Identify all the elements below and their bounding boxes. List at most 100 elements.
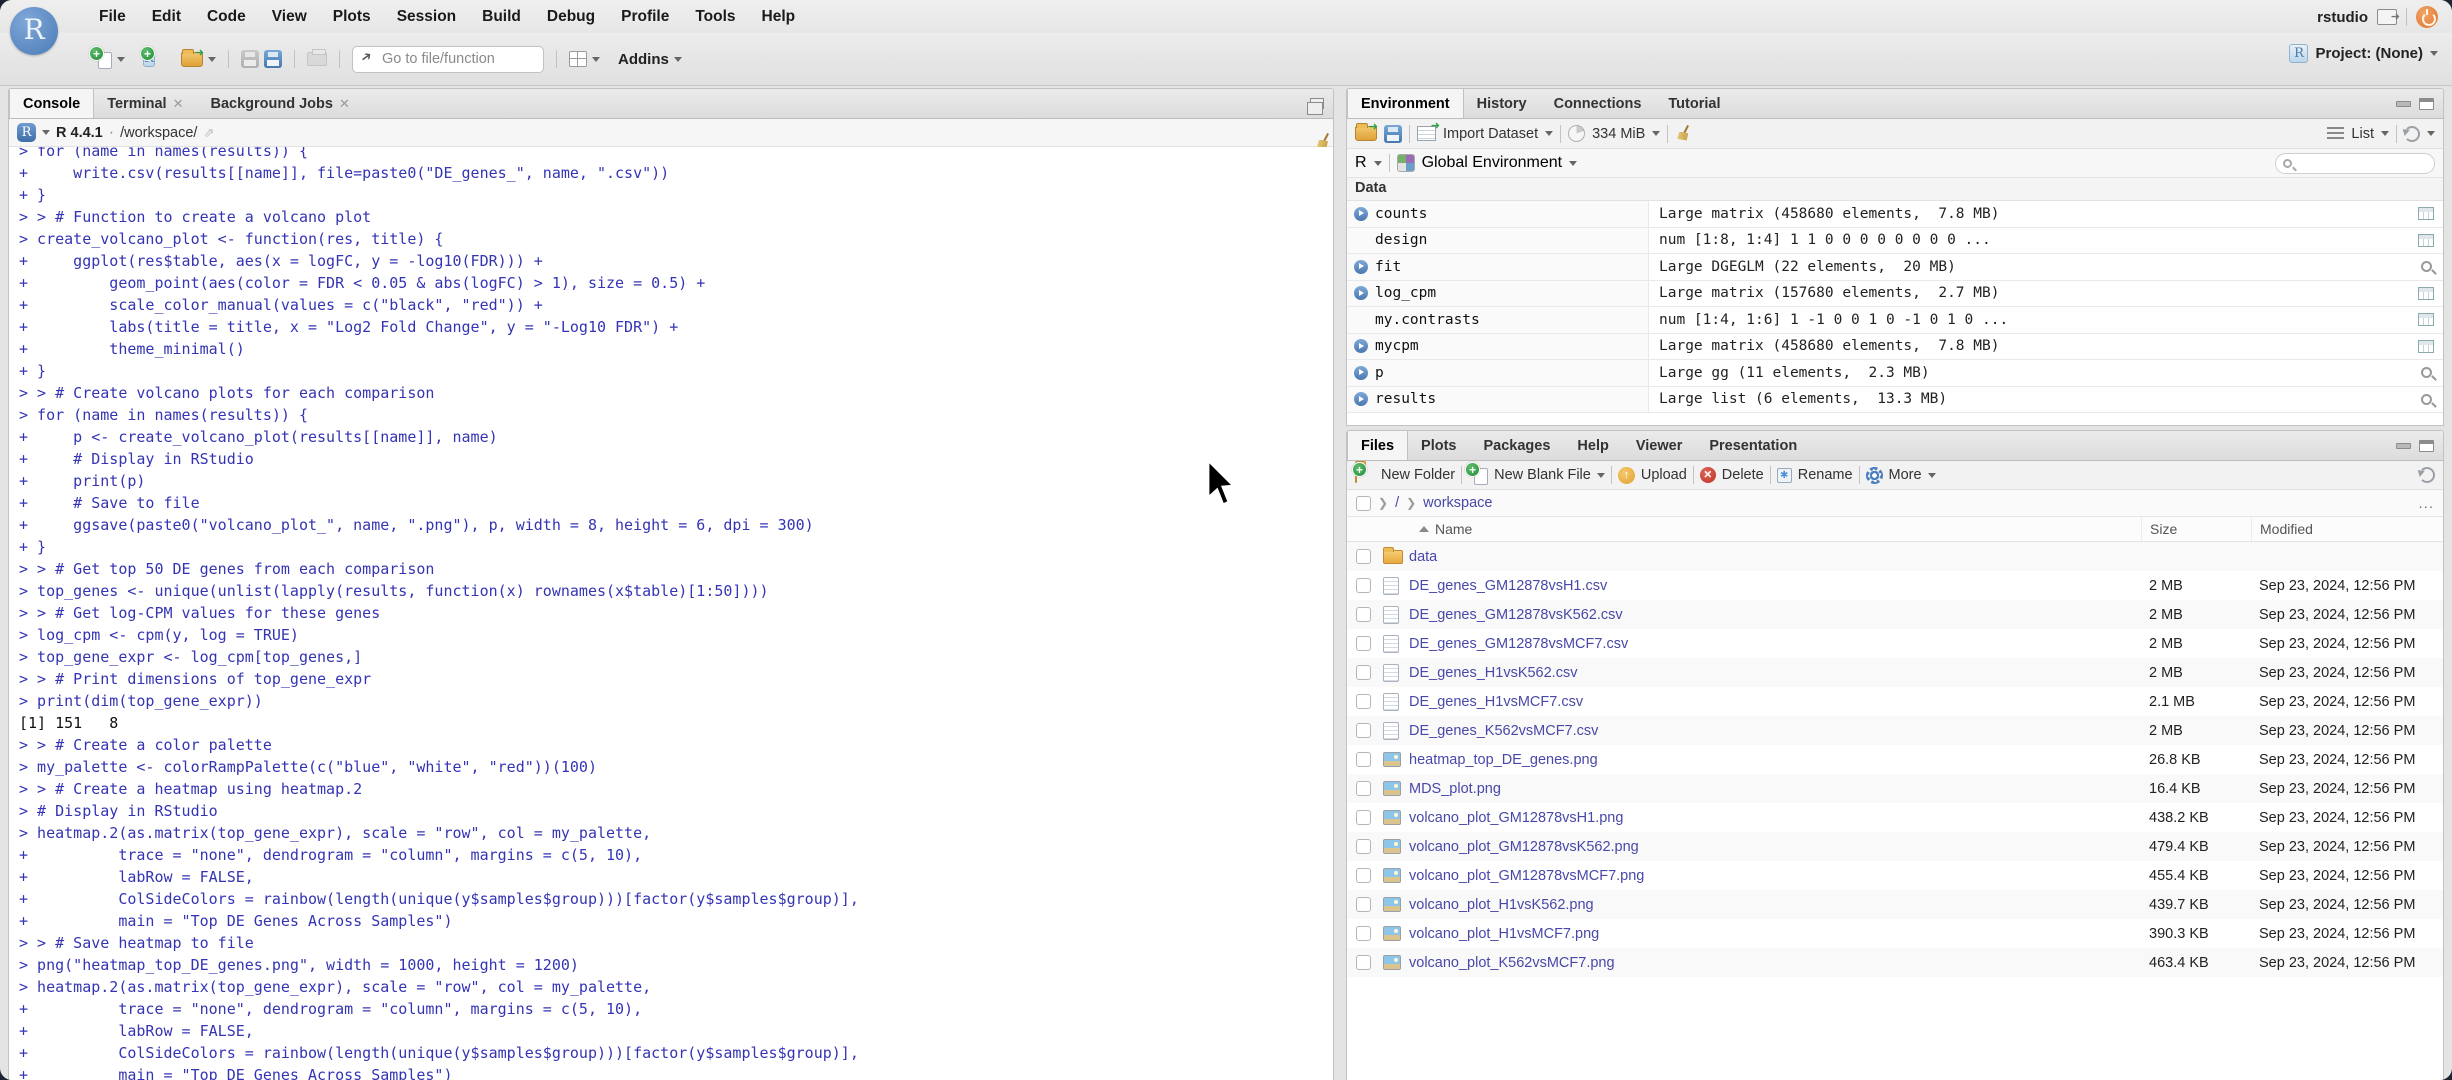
refresh-environment-caret[interactable]	[2427, 131, 2435, 136]
new-file-icon[interactable]: +	[89, 46, 112, 69]
menu-view[interactable]: View	[259, 0, 320, 33]
tab-viewer[interactable]: Viewer	[1623, 431, 1697, 460]
more-button[interactable]: More	[1889, 467, 1922, 483]
tab-plots[interactable]: Plots	[1408, 431, 1470, 460]
more-caret[interactable]	[1927, 472, 1936, 478]
list-view-caret[interactable]	[2381, 131, 2389, 136]
inspect-object-icon[interactable]	[2420, 261, 2432, 273]
tab-connections[interactable]: Connections	[1541, 89, 1656, 118]
environment-row[interactable]: design num [1:8, 1:4] 1 1 0 0 0 0 0 0 0 …	[1347, 227, 2443, 254]
file-name-link[interactable]: DE_genes_H1vsK562.csv	[1409, 665, 2141, 681]
close-terminal-icon[interactable]: ✕	[173, 96, 184, 112]
file-checkbox[interactable]	[1355, 781, 1371, 796]
file-checkbox[interactable]	[1355, 607, 1371, 622]
file-name-link[interactable]: volcano_plot_GM12878vsK562.png	[1409, 839, 2141, 855]
load-workspace-icon[interactable]	[1355, 120, 1378, 141]
new-project-icon[interactable]: R+	[140, 46, 163, 69]
rename-icon[interactable]: ✱	[1776, 467, 1792, 483]
delete-icon[interactable]: ✕	[1699, 467, 1716, 483]
menu-edit[interactable]: Edit	[139, 0, 194, 33]
environment-row[interactable]: fit Large DGEGLM (22 elements, 20 MB)	[1347, 254, 2443, 281]
tab-packages[interactable]: Packages	[1471, 431, 1565, 460]
file-checkbox[interactable]	[1355, 723, 1371, 738]
import-dataset-caret[interactable]	[1545, 131, 1554, 136]
refresh-environment-icon[interactable]	[2404, 125, 2420, 142]
menu-code[interactable]: Code	[194, 0, 259, 33]
file-checkbox[interactable]	[1355, 897, 1371, 912]
maximize-console-icon[interactable]	[1307, 98, 1324, 115]
select-all-checkbox[interactable]	[1356, 495, 1371, 511]
menu-profile[interactable]: Profile	[608, 0, 682, 33]
tab-tutorial[interactable]: Tutorial	[1655, 89, 1734, 118]
r-version-caret[interactable]	[42, 130, 50, 135]
print-icon[interactable]	[307, 49, 327, 66]
language-selector[interactable]: R	[1355, 154, 1367, 172]
file-name-link[interactable]: heatmap_top_DE_genes.png	[1409, 752, 2141, 768]
file-name-link[interactable]: volcano_plot_K562vsMCF7.png	[1409, 955, 2141, 971]
list-view-icon[interactable]	[2327, 127, 2345, 140]
column-header-modified[interactable]: Modified	[2251, 517, 2443, 541]
column-header-size[interactable]: Size	[2141, 517, 2251, 541]
environment-row[interactable]: p Large gg (11 elements, 2.3 MB)	[1347, 360, 2443, 387]
file-checkbox[interactable]	[1355, 810, 1371, 825]
open-file-dropdown-caret[interactable]	[208, 56, 216, 62]
menu-file[interactable]: File	[86, 0, 139, 33]
new-folder-icon[interactable]: +	[1352, 462, 1375, 485]
expand-object-icon[interactable]	[1354, 259, 1368, 274]
project-selector[interactable]: R Project: (None)	[2289, 44, 2438, 63]
goto-directory-icon[interactable]: ⇗	[203, 125, 214, 141]
tab-help[interactable]: Help	[1564, 431, 1622, 460]
tab-history[interactable]: History	[1464, 89, 1541, 118]
new-blank-file-icon[interactable]: +	[1465, 462, 1489, 485]
menu-help[interactable]: Help	[749, 0, 809, 33]
file-name-link[interactable]: DE_genes_GM12878vsH1.csv	[1409, 578, 2141, 594]
upload-icon[interactable]: ↑	[1617, 466, 1635, 484]
global-environment-caret[interactable]	[1569, 160, 1578, 166]
file-checkbox[interactable]	[1355, 752, 1371, 767]
save-icon[interactable]	[241, 50, 259, 68]
panes-dropdown-caret[interactable]	[592, 56, 600, 62]
file-checkbox[interactable]	[1355, 926, 1371, 941]
maximize-environment-icon[interactable]	[2419, 97, 2434, 110]
refresh-files-icon[interactable]	[2419, 467, 2435, 483]
console-output-area[interactable]: > for (name in names(results)) { + write…	[9, 147, 1333, 1080]
environment-row[interactable]: mycpm Large matrix (458680 elements, 7.8…	[1347, 333, 2443, 360]
memory-usage-icon[interactable]	[1568, 125, 1586, 142]
breadcrumb-ellipsis-button[interactable]: ...	[2418, 495, 2434, 512]
expand-object-icon[interactable]	[1354, 339, 1368, 354]
open-file-icon[interactable]	[181, 46, 204, 67]
tab-files[interactable]: Files	[1347, 431, 1409, 460]
goto-file-function-box[interactable]	[352, 45, 544, 73]
tab-background-jobs[interactable]: Background Jobs ✕	[197, 89, 363, 118]
menu-session[interactable]: Session	[384, 0, 469, 33]
file-checkbox[interactable]	[1355, 549, 1371, 564]
minimize-environment-icon[interactable]	[2396, 100, 2411, 107]
expand-object-icon[interactable]	[1354, 206, 1368, 221]
tab-terminal[interactable]: Terminal ✕	[94, 89, 197, 118]
language-caret[interactable]	[1373, 160, 1382, 166]
menu-plots[interactable]: Plots	[320, 0, 384, 33]
file-checkbox[interactable]	[1355, 955, 1371, 970]
file-checkbox[interactable]	[1355, 839, 1371, 854]
file-name-link[interactable]: volcano_plot_GM12878vsMCF7.png	[1409, 868, 2141, 884]
addins-dropdown-caret[interactable]	[673, 56, 682, 62]
new-blank-file-caret[interactable]	[1596, 472, 1605, 478]
file-name-link[interactable]: volcano_plot_H1vsK562.png	[1409, 897, 2141, 913]
breadcrumb-workspace[interactable]: workspace	[1423, 495, 1492, 511]
r-version-icon[interactable]: R	[17, 123, 36, 142]
workspace-panes-icon[interactable]	[569, 51, 587, 67]
file-name-link[interactable]: DE_genes_GM12878vsMCF7.csv	[1409, 636, 2141, 652]
environment-row[interactable]: results Large list (6 elements, 13.3 MB)	[1347, 386, 2443, 413]
view-table-icon[interactable]	[2418, 207, 2434, 221]
file-checkbox[interactable]	[1355, 868, 1371, 883]
environment-row[interactable]: log_cpm Large matrix (157680 elements, 2…	[1347, 280, 2443, 307]
save-all-icon[interactable]	[264, 50, 282, 68]
save-workspace-icon[interactable]	[1384, 124, 1402, 143]
menu-tools[interactable]: Tools	[682, 0, 748, 33]
close-background-jobs-icon[interactable]: ✕	[339, 96, 350, 112]
tab-console[interactable]: Console	[9, 89, 95, 118]
file-checkbox[interactable]	[1355, 578, 1371, 593]
import-dataset-button[interactable]: Import Dataset	[1443, 126, 1538, 142]
clear-environment-icon[interactable]	[1675, 125, 1693, 143]
environment-row[interactable]: counts Large matrix (458680 elements, 7.…	[1347, 201, 2443, 228]
